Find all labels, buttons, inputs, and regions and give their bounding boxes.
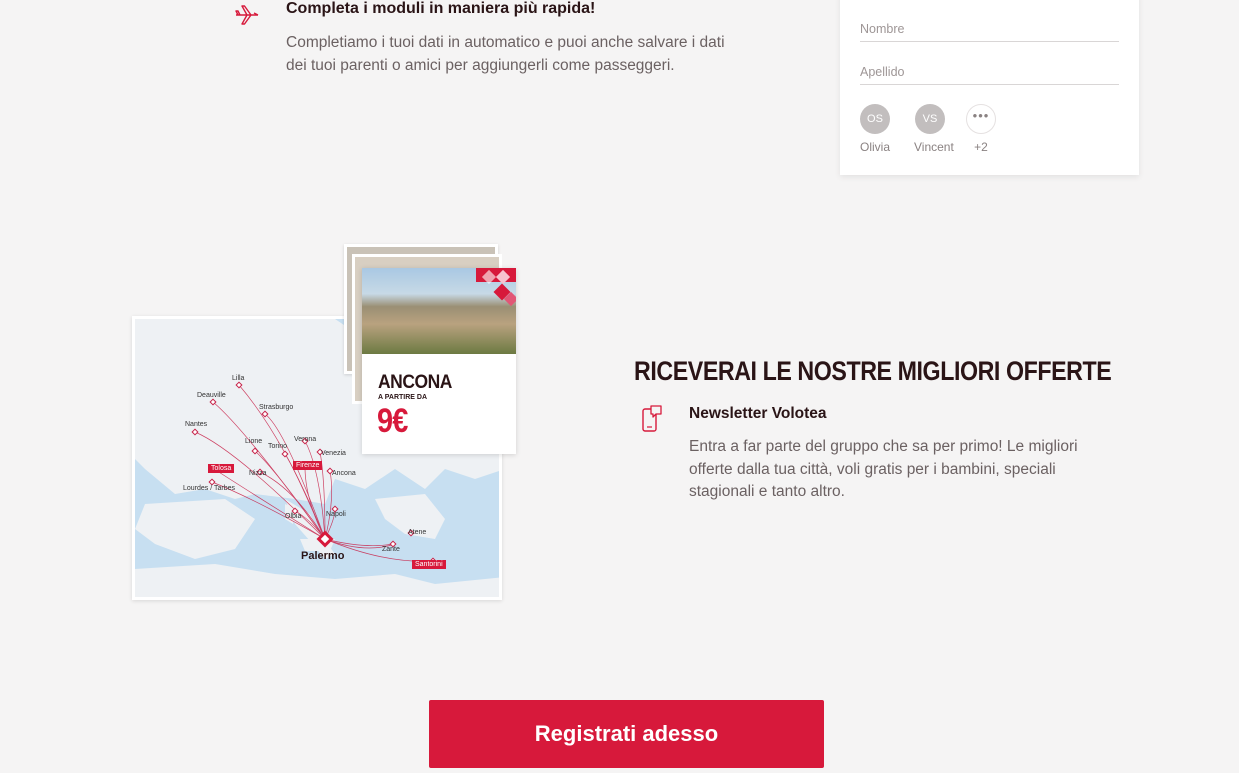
- apellido-field-wrapper: [860, 55, 1119, 85]
- map-label: Strasburgo: [259, 404, 294, 411]
- card-city: ANCONA: [378, 372, 452, 393]
- map-label: Olbia: [285, 513, 302, 520]
- feature-title: Completa i moduli in maniera più rapida!: [286, 0, 596, 17]
- mobile-newsletter-icon: [642, 405, 662, 432]
- offers-illustration: Lilla Deauville Strasburgo Nantes Lione …: [130, 240, 525, 605]
- map-label: Lione: [245, 438, 263, 445]
- map-label: Deauville: [197, 392, 226, 399]
- brand-diamond-pattern: [476, 268, 516, 307]
- map-label: Napoli: [326, 511, 346, 518]
- map-tag: Firenze: [293, 461, 323, 470]
- card-price: 9€: [377, 402, 408, 440]
- avatar: OS: [860, 104, 890, 134]
- card-from-label: A PARTIRE DA: [378, 394, 427, 401]
- map-label: Torino: [268, 443, 288, 450]
- passenger-vincent[interactable]: VS Vincent: [914, 104, 954, 154]
- airplane-icon: [235, 5, 259, 25]
- map-label: Venezia: [321, 450, 346, 457]
- newsletter-text: Entra a far parte del gruppo che sa per …: [689, 438, 1078, 500]
- nombre-field[interactable]: [860, 12, 1119, 36]
- map-label: Zante: [382, 546, 400, 553]
- more-passengers-count: +2: [974, 140, 988, 154]
- passenger-olivia[interactable]: OS Olivia: [860, 104, 890, 154]
- passenger-name: Olivia: [860, 140, 891, 154]
- more-passengers-button[interactable]: ••• +2: [966, 104, 996, 154]
- apellido-field[interactable]: [860, 55, 1119, 79]
- passenger-name: Vincent: [914, 140, 954, 154]
- more-icon: •••: [966, 104, 996, 134]
- map-label: Lourdes / Tarbes: [183, 485, 236, 492]
- nombre-field-wrapper: [860, 12, 1119, 42]
- map-label: Ancona: [332, 470, 356, 477]
- map-label: Nizza: [249, 470, 267, 477]
- map-label: Lilla: [232, 375, 245, 382]
- register-now-button[interactable]: Registrati adesso: [429, 700, 824, 768]
- feature-text: Completiamo i tuoi dati in automatico e …: [286, 34, 725, 74]
- map-tag: Santorini: [412, 560, 446, 569]
- map-label: Verona: [294, 436, 317, 443]
- map-hub-label: Palermo: [301, 550, 345, 562]
- map-label: Atene: [408, 529, 427, 536]
- map-label: Nantes: [185, 421, 208, 428]
- avatar: VS: [915, 104, 945, 134]
- map-tag: Tolosa: [208, 464, 235, 473]
- passenger-form-card: OS Olivia VS Vincent ••• +2: [840, 0, 1139, 175]
- newsletter-title: Newsletter Volotea: [689, 405, 827, 422]
- section-title: RICEVERAI LE NOSTRE MIGLIORI OFFERTE: [634, 356, 1112, 386]
